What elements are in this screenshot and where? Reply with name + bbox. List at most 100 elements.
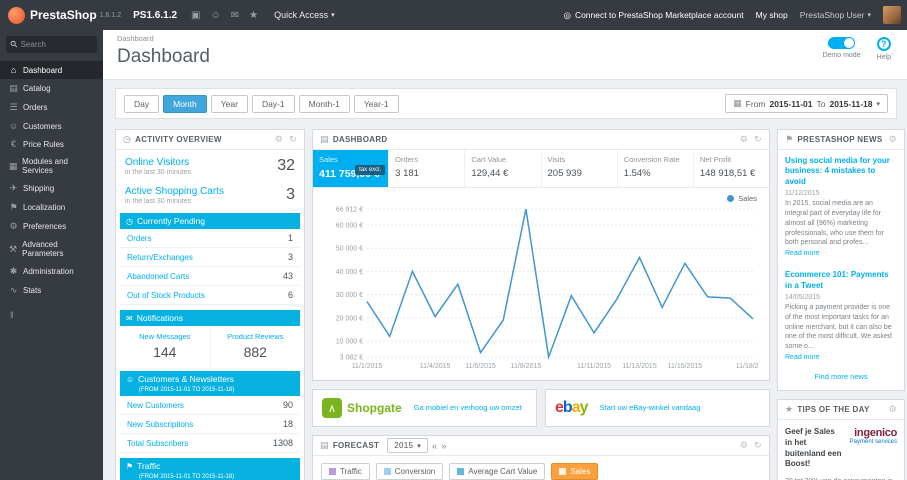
sidebar-item-label: Price Rules (23, 139, 64, 149)
demo-mode-toggle[interactable]: Demo mode (822, 37, 861, 61)
sidebar-item-advanced-parameters[interactable]: ⚒ Advanced Parameters (0, 236, 103, 262)
news-article-title[interactable]: Using social media for your business: 4 … (785, 156, 897, 187)
user-avatar[interactable] (883, 6, 901, 24)
sidebar-item-price-rules[interactable]: € Price Rules (0, 135, 103, 153)
settings-icon[interactable]: ⚙ (740, 440, 748, 451)
forecast-toggle-traffic[interactable]: Traffic (321, 463, 370, 480)
row-new-customers[interactable]: New Customers 90 (120, 396, 300, 415)
row-total-subscribers[interactable]: Total Subscribers 1308 (120, 434, 300, 453)
news-article-title[interactable]: Ecommerce 101: Payments in a Tweet (785, 270, 897, 291)
svg-text:11/8/2015: 11/8/2015 (511, 363, 542, 370)
refresh-icon[interactable]: ↻ (754, 134, 762, 145)
cart-icon[interactable]: ▣ (191, 10, 200, 21)
settings-icon[interactable]: ⚙ (889, 134, 897, 145)
star-icon[interactable]: ★ (249, 10, 258, 21)
my-shop-link[interactable]: My shop (756, 10, 788, 20)
traffic-swatch-icon (329, 468, 336, 475)
catalog-icon: ▤ (9, 83, 18, 93)
previous-year-button[interactable]: « (432, 441, 437, 451)
news-panel-title: PRESTASHOP NEWS (797, 135, 883, 144)
date-range-picker[interactable]: ▦ From 2015-11-01 To 2015-11-18 ▾ (725, 94, 888, 113)
row-new-subscriptions[interactable]: New Subscriptions 18 (120, 415, 300, 434)
breadcrumb[interactable]: Dashboard (117, 34, 893, 43)
settings-icon[interactable]: ⚙ (889, 404, 897, 415)
kpi-conversion-rate[interactable]: Conversion Rate 1.54% (618, 150, 694, 187)
settings-icon[interactable]: ⚙ (740, 134, 748, 145)
sidebar-item-label: Preferences (23, 222, 67, 231)
news-article: Ecommerce 101: Payments in a Tweet 14/05… (778, 264, 904, 368)
svg-text:11/6/2015: 11/6/2015 (465, 363, 496, 370)
customers-icon[interactable]: ☺ (210, 10, 220, 21)
refresh-icon[interactable]: ↻ (754, 440, 762, 451)
tab-year[interactable]: Year (210, 94, 248, 113)
new-messages-stat[interactable]: New Messages 144 (120, 326, 211, 366)
sidebar-item-label: Localization (23, 203, 66, 212)
sidebar-item-modules[interactable]: ▦ Modules and Services (0, 153, 103, 179)
sidebar-search[interactable]: ⚲ (6, 36, 97, 53)
sidebar-item-orders[interactable]: ☰ Orders (0, 98, 103, 117)
ebay-promo-link[interactable]: Start uw eBay-winkel vandaag (600, 403, 701, 413)
help-label: Help (876, 54, 891, 61)
star-icon: ★ (785, 403, 794, 414)
kpi-sales[interactable]: Sales 411 759,00 € tax excl. (313, 150, 390, 187)
tab-year-minus-1[interactable]: Year-1 (353, 94, 399, 113)
quick-access-menu[interactable]: Quick Access ▾ (274, 10, 335, 20)
active-carts-stat[interactable]: Active Shopping Carts in the last 30 min… (116, 179, 304, 208)
kpi-cart-value[interactable]: Cart Value 129,44 € (465, 150, 542, 187)
traffic-range: (FROM 2015-11-01 TO 2015-11-18) (139, 474, 235, 480)
tab-day-minus-1[interactable]: Day-1 (251, 94, 295, 113)
kpi-visits[interactable]: Visits 205 939 (542, 150, 618, 187)
row-orders[interactable]: Orders 1 (120, 229, 300, 248)
tab-month[interactable]: Month (163, 94, 207, 113)
legend-dot-icon (727, 195, 735, 202)
clock-icon: ◷ (126, 216, 133, 226)
sidebar-item-catalog[interactable]: ▤ Catalog (0, 79, 103, 98)
forecast-toggle-average-cart-value[interactable]: Average Cart Value (449, 463, 546, 480)
page-header: Dashboard Dashboard Demo mode ? Help (103, 30, 907, 80)
forecast-toggle-sales[interactable]: Sales (551, 463, 599, 480)
help-button[interactable]: ? Help (877, 37, 891, 61)
prestashop-news-panel: ⚑ PRESTASHOP NEWS ⚙ Using social media f… (777, 129, 905, 391)
user-menu[interactable]: PrestaShop User ▾ (800, 10, 871, 20)
sidebar-item-dashboard[interactable]: ⌂ Dashboard (0, 61, 103, 79)
sidebar-item-administration[interactable]: ✱ Administration (0, 262, 103, 281)
sidebar-item-label: Orders (23, 103, 48, 112)
shop-name-link[interactable]: PS1.6.1.2 (133, 10, 177, 21)
kpi-orders[interactable]: Orders 3 181 (389, 150, 466, 187)
refresh-icon[interactable]: ↻ (289, 134, 297, 145)
settings-icon[interactable]: ⚙ (275, 134, 283, 145)
tab-month-minus-1[interactable]: Month-1 (298, 94, 350, 113)
marketplace-connect-link[interactable]: ◎ Connect to PrestaShop Marketplace acco… (564, 10, 744, 21)
search-input[interactable] (20, 40, 91, 49)
row-out-of-stock[interactable]: Out of Stock Products 6 (120, 286, 300, 305)
product-reviews-stat[interactable]: Product Reviews 882 (211, 326, 301, 366)
quick-access-label: Quick Access (274, 10, 329, 20)
tab-day[interactable]: Day (124, 94, 160, 113)
forecast-year-select[interactable]: 2015 ▾ (387, 438, 429, 453)
shopgate-promo-link[interactable]: Ga mobiel en verhoog uw omzet (414, 403, 522, 413)
find-more-news-link[interactable]: Find more news (778, 368, 904, 390)
online-visitors-stat[interactable]: Online Visitors in the last 30 minutes 3… (116, 150, 304, 179)
sidebar-item-shipping[interactable]: ✈ Shipping (0, 179, 103, 198)
svg-text:60 000 €: 60 000 € (336, 223, 363, 230)
dashboard-panel: ▤ DASHBOARD ⚙ ↻ Sales 411 759,00 € tax e… (312, 129, 770, 381)
forecast-toggle-conversion[interactable]: Conversion (375, 463, 444, 480)
toggle-switch-icon[interactable] (828, 37, 856, 49)
messages-icon[interactable]: ✉ (231, 10, 239, 21)
sidebar-item-customers[interactable]: ☺ Customers (0, 117, 103, 135)
next-year-button[interactable]: » (441, 441, 446, 451)
read-more-link[interactable]: Read more (785, 354, 897, 361)
row-abandoned-carts[interactable]: Abandoned Carts 43 (120, 267, 300, 286)
date-to-value: 2015-11-18 (829, 98, 873, 109)
sidebar-item-preferences[interactable]: ⚙ Preferences (0, 217, 103, 236)
svg-text:11/18/2015: 11/18/2015 (736, 363, 759, 370)
read-more-link[interactable]: Read more (785, 250, 897, 257)
collapse-sidebar-button[interactable]: ‖ (0, 300, 103, 330)
kpi-net-profit[interactable]: Net Profit 148 918,51 € (694, 150, 769, 187)
sidebar-item-localization[interactable]: ⚑ Localization (0, 198, 103, 217)
sidebar-item-stats[interactable]: ∿ Stats (0, 281, 103, 300)
online-visitors-sub: in the last 30 minutes (125, 169, 192, 176)
row-return-exchanges[interactable]: Return/Exchanges 3 (120, 248, 300, 267)
customers-icon: ☺ (8, 121, 19, 131)
sidebar-item-label: Stats (23, 286, 42, 295)
